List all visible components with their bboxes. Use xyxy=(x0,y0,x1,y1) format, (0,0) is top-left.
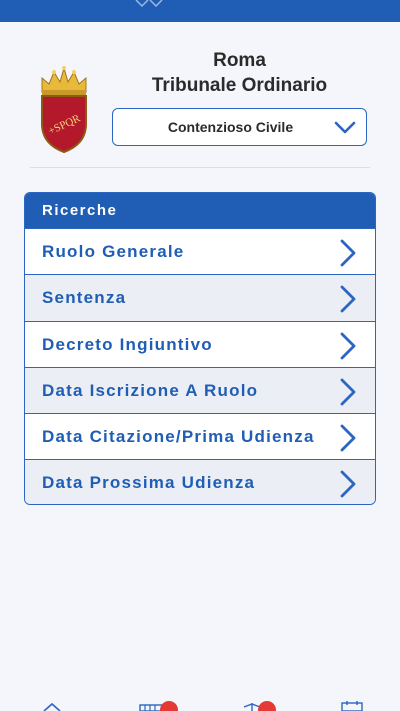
home-icon xyxy=(43,702,61,711)
scales-icon xyxy=(243,701,276,711)
tab-calendar[interactable] xyxy=(340,700,364,711)
notification-badge xyxy=(160,701,178,711)
chevron-down-icon xyxy=(334,121,356,134)
tab-scales[interactable] xyxy=(240,700,284,711)
chevron-right-icon xyxy=(340,471,356,498)
search-item-label: Data Citazione/Prima Udienza xyxy=(42,427,315,447)
court-name: Tribunale Ordinario xyxy=(151,75,328,96)
spqr-crest-icon: +SPQR xyxy=(41,66,87,154)
search-item-data-iscrizione[interactable]: Data Iscrizione A Ruolo xyxy=(25,366,375,414)
calendar-icon xyxy=(341,701,363,711)
chevron-right-icon xyxy=(340,285,356,313)
notification-badge xyxy=(258,701,276,711)
searches-title: Ricerche xyxy=(25,193,375,228)
section-select-value: Contenzioso Civile xyxy=(167,119,294,135)
search-item-ruolo-generale[interactable]: Ruolo Generale xyxy=(25,228,375,275)
bottom-tab-bar xyxy=(0,700,400,711)
searches-card: Ricerche Ruolo Generale Sentenza Decreto… xyxy=(24,192,376,505)
search-item-label: Decreto Ingiuntivo xyxy=(42,334,213,354)
search-item-sentenza[interactable]: Sentenza xyxy=(25,274,375,321)
search-item-data-prossima-udienza[interactable]: Data Prossima Udienza xyxy=(25,459,375,504)
chevron-right-icon xyxy=(340,378,356,406)
emblem-icon xyxy=(135,0,163,8)
tab-home[interactable] xyxy=(40,700,64,711)
header-divider xyxy=(30,167,370,168)
top-bar xyxy=(0,0,400,22)
search-item-label: Data Iscrizione A Ruolo xyxy=(42,380,259,400)
search-item-label: Data Prossima Udienza xyxy=(42,473,256,493)
section-select[interactable]: Contenzioso Civile xyxy=(112,108,367,146)
courthouse-icon xyxy=(139,701,178,711)
search-item-data-citazione[interactable]: Data Citazione/Prima Udienza xyxy=(25,413,375,460)
chevron-right-icon xyxy=(340,332,356,359)
search-item-label: Ruolo Generale xyxy=(42,242,185,261)
court-city: Roma xyxy=(213,50,266,71)
court-header: +SPQR Roma Tribunale Ordinario Contenzio… xyxy=(0,22,400,172)
chevron-right-icon xyxy=(340,424,356,452)
tab-courthouse[interactable] xyxy=(138,700,182,711)
chevron-right-icon xyxy=(340,239,356,267)
search-item-decreto-ingiuntivo[interactable]: Decreto Ingiuntivo xyxy=(25,320,375,367)
search-item-label: Sentenza xyxy=(42,288,127,308)
